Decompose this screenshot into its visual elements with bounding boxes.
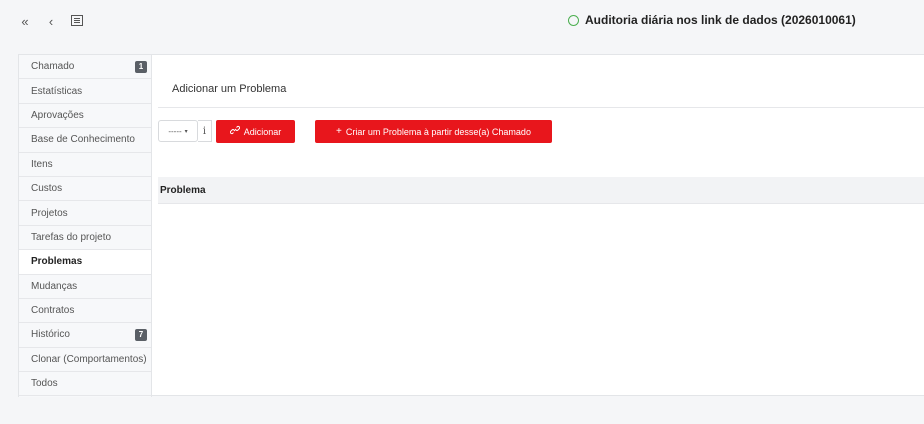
sidebar-item-label: Estatísticas: [31, 85, 83, 97]
page-background: « ‹ Auditoria diária nos link de dados (…: [0, 0, 924, 424]
sidebar-item-chamado[interactable]: Chamado 1: [19, 55, 151, 80]
sidebar-item-label: Mudanças: [31, 280, 78, 292]
sidebar-item-tarefas-do-projeto[interactable]: Tarefas do projeto: [19, 226, 151, 251]
status-circle-icon: [568, 14, 579, 26]
sidebar-item-clonar[interactable]: Clonar (Comportamentos): [19, 348, 151, 373]
sidebar-item-label: Histórico: [31, 329, 70, 341]
nav-controls: « ‹: [18, 14, 84, 29]
create-problem-button[interactable]: + Criar um Problema à partir desse(a) Ch…: [315, 120, 552, 143]
sidebar-item-label: Projetos: [31, 207, 68, 219]
sidebar-item-itens[interactable]: Itens: [19, 153, 151, 177]
sidebar-item-custos[interactable]: Custos: [19, 177, 151, 202]
problem-select[interactable]: ----- ▾: [158, 120, 198, 142]
sidebar-item-base-de-conhecimento[interactable]: Base de Conhecimento: [19, 128, 151, 153]
sidebar-item-projetos[interactable]: Projetos: [19, 201, 151, 226]
page-title: Auditoria diária nos link de dados (2026…: [568, 13, 856, 27]
column-header-problema: Problema: [160, 184, 206, 196]
sidebar-item-label: Problemas: [31, 256, 83, 268]
dropdown-arrow-icon: ▾: [184, 128, 188, 135]
add-button-label: Adicionar: [243, 126, 282, 137]
plus-icon: +: [336, 126, 342, 137]
sidebar-item-label: Base de Conhecimento: [31, 134, 135, 146]
sidebar-item-label: Todos: [31, 378, 58, 390]
section-title: Adicionar um Problema: [172, 83, 287, 95]
count-badge: 1: [135, 60, 147, 73]
sidebar-item-historico[interactable]: Histórico 7: [19, 323, 151, 348]
count-badge: 7: [135, 328, 147, 341]
info-icon: i: [202, 125, 207, 137]
sidebar-item-mudancas[interactable]: Mudanças: [19, 275, 151, 299]
sidebar-item-label: Contratos: [31, 305, 75, 317]
sidebar-item-label: Clonar (Comportamentos): [31, 353, 147, 365]
sidebar-item-label: Chamado: [31, 61, 75, 73]
sidebar-item-problemas[interactable]: Problemas: [19, 250, 151, 275]
sidebar: Chamado 1 Estatísticas Aprovações Base d…: [18, 55, 152, 397]
content-panel: Chamado 1 Estatísticas Aprovações Base d…: [18, 54, 924, 397]
main-panel: Adicionar um Problema ----- ▾ i Adiciona…: [152, 55, 924, 397]
divider: [158, 107, 924, 108]
list-icon[interactable]: [70, 14, 84, 29]
sidebar-item-todos[interactable]: Todos: [19, 372, 151, 397]
info-button[interactable]: i: [198, 120, 212, 142]
sidebar-item-label: Itens: [31, 158, 53, 170]
sidebar-item-label: Aprovações: [31, 109, 84, 121]
table-header: Problema: [158, 177, 924, 204]
sidebar-item-aprovacoes[interactable]: Aprovações: [19, 104, 151, 129]
link-icon: [229, 125, 240, 138]
sidebar-item-label: Tarefas do projeto: [31, 231, 112, 243]
chevron-left-icon[interactable]: ‹: [44, 14, 58, 29]
create-button-label: Criar um Problema à partir desse(a) Cham…: [345, 126, 531, 137]
add-button[interactable]: Adicionar: [216, 120, 295, 143]
sidebar-item-contratos[interactable]: Contratos: [19, 299, 151, 324]
select-value: -----: [168, 126, 182, 136]
sidebar-item-estatisticas[interactable]: Estatísticas: [19, 79, 151, 104]
page-title-text: Auditoria diária nos link de dados (2026…: [585, 13, 856, 27]
double-chevron-left-icon[interactable]: «: [18, 14, 32, 29]
sidebar-item-label: Custos: [31, 183, 63, 195]
